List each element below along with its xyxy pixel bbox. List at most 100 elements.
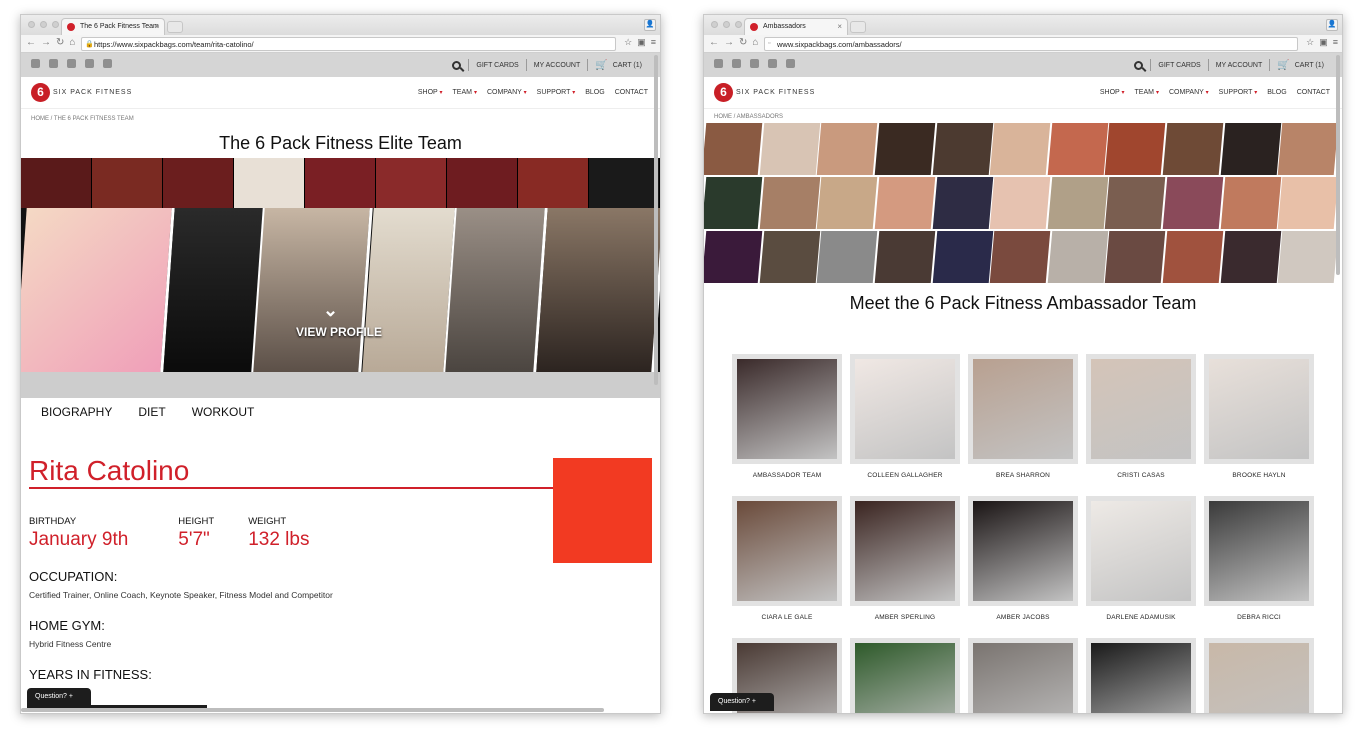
- instagram-icon[interactable]: [786, 59, 795, 68]
- back-icon[interactable]: ←: [26, 37, 36, 48]
- vertical-scrollbar[interactable]: [1336, 55, 1340, 275]
- team-thumb-active[interactable]: [234, 158, 305, 208]
- search-icon[interactable]: [1134, 60, 1144, 70]
- close-dot[interactable]: [711, 21, 718, 28]
- pinterest-icon[interactable]: [750, 59, 759, 68]
- ambassador-thumb[interactable]: [1220, 177, 1281, 229]
- ambassador-thumb[interactable]: [816, 123, 878, 175]
- menu-support[interactable]: SUPPORT ▾: [537, 89, 576, 96]
- youtube-icon[interactable]: [85, 59, 94, 68]
- back-icon[interactable]: ←: [709, 37, 719, 48]
- twitter-icon[interactable]: [49, 59, 58, 68]
- cart-link[interactable]: CART (1): [1295, 62, 1324, 69]
- ambassador-name[interactable]: COLLEEN GALLAGHER: [850, 472, 960, 488]
- horizontal-scrollbar[interactable]: [21, 708, 604, 712]
- ambassador-card[interactable]: [850, 638, 960, 713]
- tab-workout[interactable]: WORKOUT: [192, 405, 255, 434]
- ambassador-photo-frame[interactable]: [1204, 496, 1314, 606]
- gift-cards-link[interactable]: GIFT CARDS: [1158, 62, 1200, 69]
- browser-tab[interactable]: The 6 Pack Fitness Team ×: [61, 18, 165, 35]
- menu-company[interactable]: COMPANY ▾: [1169, 89, 1209, 96]
- ambassador-card[interactable]: AMBASSADOR TEAM: [732, 354, 842, 488]
- reload-icon[interactable]: ↻: [739, 37, 747, 48]
- window-controls[interactable]: [28, 21, 59, 28]
- ambassador-name[interactable]: AMBER JACOBS: [968, 614, 1078, 630]
- twitter-icon[interactable]: [732, 59, 741, 68]
- ambassador-thumb[interactable]: [1162, 123, 1223, 175]
- ambassador-thumb[interactable]: [874, 231, 935, 283]
- cart-link[interactable]: CART (1): [613, 62, 642, 69]
- menu-shop[interactable]: SHOP ▾: [1100, 89, 1125, 96]
- ambassador-card[interactable]: DARLENE ADAMUSIK: [1086, 496, 1196, 630]
- breadcrumb[interactable]: HOME / THE 6 PACK FITNESS TEAM: [21, 109, 660, 131]
- team-thumb[interactable]: [376, 158, 447, 208]
- gift-cards-link[interactable]: GIFT CARDS: [476, 62, 518, 69]
- ambassador-thumb[interactable]: [989, 177, 1051, 229]
- menu-company[interactable]: COMPANY ▾: [487, 89, 527, 96]
- ambassador-photo-frame[interactable]: [732, 354, 842, 464]
- site-logo[interactable]: 6 SIX PACK FITNESS: [31, 83, 132, 102]
- home-icon[interactable]: ⌂: [69, 37, 75, 48]
- minimize-dot[interactable]: [723, 21, 730, 28]
- tab-biography[interactable]: BIOGRAPHY: [41, 405, 112, 434]
- zoom-dot[interactable]: [52, 21, 59, 28]
- ambassador-photo-frame[interactable]: [850, 496, 960, 606]
- ambassador-card[interactable]: [968, 638, 1078, 713]
- my-account-link[interactable]: MY ACCOUNT: [1216, 62, 1263, 69]
- ambassador-card[interactable]: AMBER SPERLING: [850, 496, 960, 630]
- ambassador-name[interactable]: CIARA LE GALE: [732, 614, 842, 630]
- ambassador-name[interactable]: AMBER SPERLING: [850, 614, 960, 630]
- ambassador-photo-frame[interactable]: [1204, 638, 1314, 713]
- ambassador-card[interactable]: CRISTI CASAS: [1086, 354, 1196, 488]
- url-field[interactable]: ▫ www.sixpackbags.com/ambassadors/: [764, 37, 1298, 51]
- ambassador-thumb[interactable]: [816, 231, 878, 283]
- menu-team[interactable]: TEAM ▾: [453, 89, 477, 96]
- ambassador-name[interactable]: CRISTI CASAS: [1086, 472, 1196, 488]
- cart-icon[interactable]: 🛒: [595, 60, 607, 71]
- ambassador-thumb[interactable]: [932, 231, 993, 283]
- view-profile-button[interactable]: VIEW PROFILE: [296, 325, 382, 339]
- ambassador-thumb[interactable]: [1162, 177, 1223, 229]
- ambassador-name[interactable]: BREA SHARRON: [968, 472, 1078, 488]
- ambassador-photo-frame[interactable]: [968, 638, 1078, 713]
- tab-close-icon[interactable]: ×: [837, 22, 842, 31]
- team-thumb[interactable]: [92, 158, 163, 208]
- ambassador-photo-frame[interactable]: [1086, 496, 1196, 606]
- ambassador-thumb[interactable]: [1105, 231, 1166, 283]
- new-tab-button[interactable]: [850, 21, 866, 33]
- ambassador-card[interactable]: COLLEEN GALLAGHER: [850, 354, 960, 488]
- ambassador-thumb[interactable]: [989, 231, 1051, 283]
- question-button[interactable]: Question? +: [27, 688, 91, 706]
- ambassador-thumb[interactable]: [1220, 123, 1281, 175]
- breadcrumb[interactable]: HOME / AMBASSADORS: [704, 109, 1342, 123]
- close-dot[interactable]: [28, 21, 35, 28]
- hero-collage[interactable]: ⌄ VIEW PROFILE: [21, 208, 660, 372]
- bookmark-star-icon[interactable]: ☆: [624, 37, 632, 48]
- ambassador-photo-frame[interactable]: [1086, 354, 1196, 464]
- facebook-icon[interactable]: [714, 59, 723, 68]
- extension-icon[interactable]: ▣: [1319, 37, 1328, 48]
- ambassador-photo-frame[interactable]: [1204, 354, 1314, 464]
- ambassador-thumb[interactable]: [1278, 123, 1339, 175]
- ambassador-card[interactable]: BROOKE HAYLN: [1204, 354, 1314, 488]
- menu-support[interactable]: SUPPORT ▾: [1219, 89, 1258, 96]
- ambassador-photo-frame[interactable]: [732, 496, 842, 606]
- reload-icon[interactable]: ↻: [56, 37, 64, 48]
- menu-shop[interactable]: SHOP ▾: [418, 89, 443, 96]
- ambassador-card[interactable]: DEBRA RICCI: [1204, 496, 1314, 630]
- ambassador-thumb[interactable]: [1105, 177, 1166, 229]
- forward-icon[interactable]: →: [724, 37, 734, 48]
- new-tab-button[interactable]: [167, 21, 183, 33]
- ambassador-name[interactable]: DEBRA RICCI: [1204, 614, 1314, 630]
- ambassador-card[interactable]: [1204, 638, 1314, 713]
- youtube-icon[interactable]: [768, 59, 777, 68]
- menu-icon[interactable]: ≡: [651, 37, 656, 48]
- ambassador-thumb[interactable]: [1220, 231, 1281, 283]
- ambassador-thumb[interactable]: [932, 177, 993, 229]
- ambassador-photo-frame[interactable]: [968, 354, 1078, 464]
- team-thumb[interactable]: [163, 158, 234, 208]
- cart-icon[interactable]: 🛒: [1277, 60, 1289, 71]
- home-icon[interactable]: ⌂: [752, 37, 758, 48]
- team-thumb[interactable]: [21, 158, 92, 208]
- window-controls[interactable]: [711, 21, 742, 28]
